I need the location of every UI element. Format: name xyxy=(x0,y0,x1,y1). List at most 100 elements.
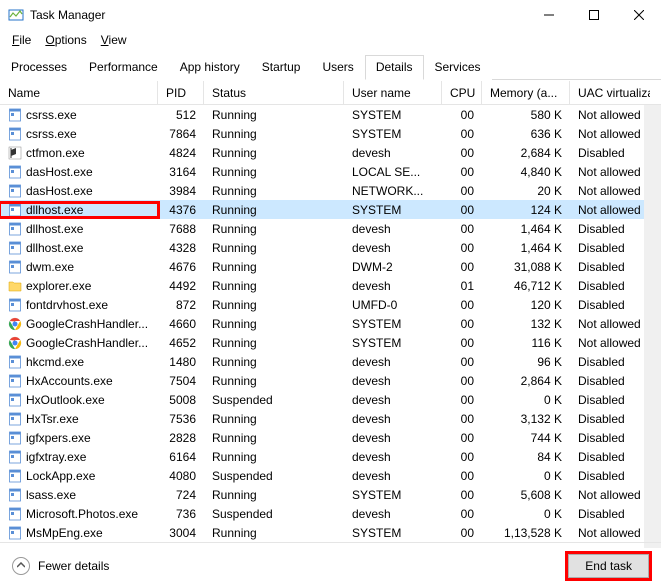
table-row[interactable]: dllhost.exe4376RunningSYSTEM00124 KNot a… xyxy=(0,200,661,219)
scrollbar[interactable] xyxy=(644,105,661,548)
cell-pid: 4824 xyxy=(158,146,204,160)
table-row[interactable]: dllhost.exe4328Runningdevesh001,464 KDis… xyxy=(0,238,661,257)
process-name: HxAccounts.exe xyxy=(26,374,113,388)
col-pid[interactable]: PID xyxy=(158,81,204,104)
cell-name: igfxpers.exe xyxy=(0,431,158,445)
tab-strip: Processes Performance App history Startu… xyxy=(0,54,661,80)
cell-cpu: 00 xyxy=(442,336,482,350)
process-icon xyxy=(8,431,22,445)
cell-cpu: 00 xyxy=(442,184,482,198)
table-row[interactable]: fontdrvhost.exe872RunningUMFD-000120 KDi… xyxy=(0,295,661,314)
table-body[interactable]: csrss.exe512RunningSYSTEM00580 KNot allo… xyxy=(0,105,661,548)
table-row[interactable]: HxTsr.exe7536Runningdevesh003,132 KDisab… xyxy=(0,409,661,428)
cell-uac: Disabled xyxy=(570,260,650,274)
tab-services[interactable]: Services xyxy=(424,55,492,80)
menu-view[interactable]: View xyxy=(95,31,133,49)
table-row[interactable]: dwm.exe4676RunningDWM-20031,088 KDisable… xyxy=(0,257,661,276)
process-icon xyxy=(8,108,22,122)
cell-pid: 6164 xyxy=(158,450,204,464)
menu-options[interactable]: Options xyxy=(39,31,92,49)
tab-performance[interactable]: Performance xyxy=(78,55,169,80)
process-name: dwm.exe xyxy=(26,260,74,274)
col-status[interactable]: Status xyxy=(204,81,344,104)
cell-name: fontdrvhost.exe xyxy=(0,298,158,312)
process-name: igfxtray.exe xyxy=(26,450,86,464)
process-table: Name PID Status User name CPU Memory (a.… xyxy=(0,80,661,548)
cell-cpu: 01 xyxy=(442,279,482,293)
cell-user: LOCAL SE... xyxy=(344,165,442,179)
process-icon xyxy=(8,241,22,255)
cell-pid: 4660 xyxy=(158,317,204,331)
tab-app-history[interactable]: App history xyxy=(169,55,251,80)
col-mem[interactable]: Memory (a... xyxy=(482,81,570,104)
process-icon xyxy=(8,146,22,160)
col-cpu[interactable]: CPU xyxy=(442,81,482,104)
cell-status: Running xyxy=(204,108,344,122)
table-row[interactable]: explorer.exe4492Runningdevesh0146,712 KD… xyxy=(0,276,661,295)
table-row[interactable]: dllhost.exe7688Runningdevesh001,464 KDis… xyxy=(0,219,661,238)
table-row[interactable]: lsass.exe724RunningSYSTEM005,608 KNot al… xyxy=(0,485,661,504)
cell-user: SYSTEM xyxy=(344,336,442,350)
table-row[interactable]: ctfmon.exe4824Runningdevesh002,684 KDisa… xyxy=(0,143,661,162)
table-row[interactable]: GoogleCrashHandler...4652RunningSYSTEM00… xyxy=(0,333,661,352)
table-row[interactable]: igfxpers.exe2828Runningdevesh00744 KDisa… xyxy=(0,428,661,447)
cell-uac: Not allowed xyxy=(570,317,650,331)
table-row[interactable]: HxOutlook.exe5008Suspendeddevesh000 KDis… xyxy=(0,390,661,409)
maximize-button[interactable] xyxy=(571,0,616,30)
fewer-details-button[interactable]: Fewer details xyxy=(12,557,109,575)
table-row[interactable]: LockApp.exe4080Suspendeddevesh000 KDisab… xyxy=(0,466,661,485)
cell-uac: Disabled xyxy=(570,431,650,445)
cell-status: Running xyxy=(204,184,344,198)
end-task-button[interactable]: End task xyxy=(568,554,649,578)
tab-startup[interactable]: Startup xyxy=(251,55,312,80)
cell-status: Running xyxy=(204,488,344,502)
col-user[interactable]: User name xyxy=(344,81,442,104)
col-name[interactable]: Name xyxy=(0,81,158,104)
cell-name: HxAccounts.exe xyxy=(0,374,158,388)
tab-details[interactable]: Details xyxy=(365,55,424,80)
table-row[interactable]: dasHost.exe3164RunningLOCAL SE...004,840… xyxy=(0,162,661,181)
window-title: Task Manager xyxy=(30,8,526,22)
table-header: Name PID Status User name CPU Memory (a.… xyxy=(0,81,661,105)
cell-user: devesh xyxy=(344,431,442,445)
cell-pid: 3004 xyxy=(158,526,204,540)
minimize-button[interactable] xyxy=(526,0,571,30)
process-icon xyxy=(8,184,22,198)
process-icon xyxy=(8,279,22,293)
process-name: Microsoft.Photos.exe xyxy=(26,507,138,521)
table-row[interactable]: csrss.exe512RunningSYSTEM00580 KNot allo… xyxy=(0,105,661,124)
cell-pid: 4676 xyxy=(158,260,204,274)
cell-mem: 4,840 K xyxy=(482,165,570,179)
table-row[interactable]: HxAccounts.exe7504Runningdevesh002,864 K… xyxy=(0,371,661,390)
process-icon xyxy=(8,450,22,464)
cell-name: dasHost.exe xyxy=(0,165,158,179)
table-row[interactable]: Microsoft.Photos.exe736Suspendeddevesh00… xyxy=(0,504,661,523)
cell-name: csrss.exe xyxy=(0,108,158,122)
cell-name: dwm.exe xyxy=(0,260,158,274)
table-row[interactable]: dasHost.exe3984RunningNETWORK...0020 KNo… xyxy=(0,181,661,200)
cell-cpu: 00 xyxy=(442,355,482,369)
cell-user: DWM-2 xyxy=(344,260,442,274)
cell-pid: 3984 xyxy=(158,184,204,198)
cell-cpu: 00 xyxy=(442,317,482,331)
cell-user: SYSTEM xyxy=(344,488,442,502)
table-row[interactable]: MsMpEng.exe3004RunningSYSTEM001,13,528 K… xyxy=(0,523,661,542)
tab-processes[interactable]: Processes xyxy=(0,55,78,80)
table-row[interactable]: hkcmd.exe1480Runningdevesh0096 KDisabled xyxy=(0,352,661,371)
process-icon xyxy=(8,526,22,540)
table-row[interactable]: GoogleCrashHandler...4660RunningSYSTEM00… xyxy=(0,314,661,333)
process-name: dllhost.exe xyxy=(26,203,83,217)
cell-mem: 96 K xyxy=(482,355,570,369)
table-row[interactable]: igfxtray.exe6164Runningdevesh0084 KDisab… xyxy=(0,447,661,466)
cell-user: devesh xyxy=(344,146,442,160)
cell-mem: 46,712 K xyxy=(482,279,570,293)
col-uac[interactable]: UAC virtualizat... xyxy=(570,81,650,104)
table-row[interactable]: csrss.exe7864RunningSYSTEM00636 KNot all… xyxy=(0,124,661,143)
cell-name: HxOutlook.exe xyxy=(0,393,158,407)
cell-user: devesh xyxy=(344,241,442,255)
close-button[interactable] xyxy=(616,0,661,30)
tab-users[interactable]: Users xyxy=(311,55,364,80)
cell-user: devesh xyxy=(344,507,442,521)
cell-cpu: 00 xyxy=(442,298,482,312)
menu-file[interactable]: File xyxy=(6,31,37,49)
